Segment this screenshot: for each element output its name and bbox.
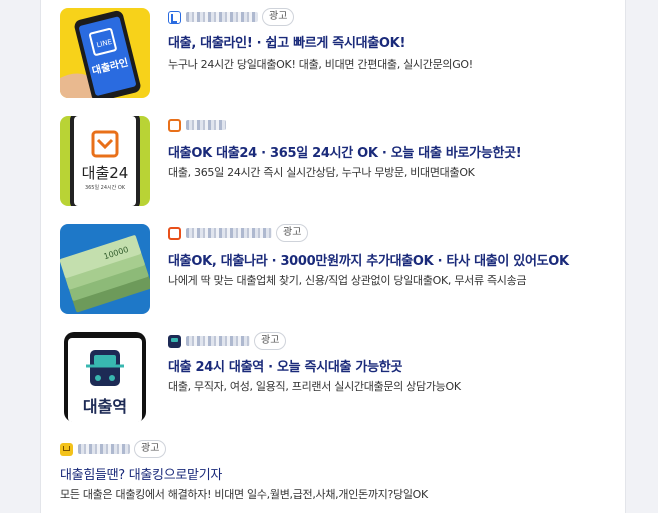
ad-item[interactable]: 대출역 광고 대출 24시 대출역 · 오늘 즉시대출 가능한곳 대출, 무직자… — [60, 332, 620, 427]
ad-badge: 광고 — [276, 224, 309, 242]
ad-source[interactable]: 광고 — [168, 8, 295, 26]
ad-item[interactable]: 광고 대출힘들땐? 대출킹으로맡기자 모든 대출은 대출킹에서 해결하자! 비대… — [60, 440, 620, 510]
ad-source[interactable] — [168, 116, 230, 134]
ad-thumbnail[interactable]: 10000 — [60, 224, 150, 314]
money-stack-image: 10000 — [60, 224, 150, 314]
ad-title[interactable]: 대출, 대출라인! · 쉽고 빠르게 즉시대출OK! — [168, 32, 405, 51]
ad-badge: 광고 — [254, 332, 287, 350]
blurred-source-name — [78, 444, 130, 454]
ad-item[interactable]: LINE 대출라인 광고 대출, 대출라인! · 쉽고 빠르게 즉시대출OK! … — [60, 8, 620, 103]
train-icon — [168, 334, 181, 348]
blurred-source-name — [186, 228, 272, 238]
ad-thumbnail[interactable]: 대출24 365일 24시간 OK — [60, 116, 150, 206]
ad-item[interactable]: 10000 광고 대출OK, 대출나라 · 3000만원까지 추가대출OK · … — [60, 224, 620, 319]
ad-source[interactable]: 광고 — [168, 224, 309, 242]
blurred-source-name — [186, 336, 250, 346]
ad-title[interactable]: 대출힘들땐? 대출킹으로맡기자 — [60, 464, 222, 483]
thumb-label: 대출역 — [83, 397, 127, 416]
ad-title[interactable]: 대출OK, 대출나라 · 3000만원까지 추가대출OK · 타사 대출이 있어… — [168, 250, 569, 269]
ad-thumbnail[interactable]: LINE 대출라인 — [60, 8, 150, 98]
loan-line-logo-icon — [168, 10, 181, 24]
phone-app-image: LINE 대출라인 — [60, 8, 150, 98]
ad-item[interactable]: 대출24 365일 24시간 OK 대출OK 대출24 · 365일 24시간 … — [60, 116, 620, 211]
loan-king-logo-icon — [60, 442, 73, 456]
blurred-source-name — [186, 12, 258, 22]
train-app-image: 대출역 — [60, 332, 150, 422]
thumb-label: 대출24 — [82, 164, 129, 182]
loan24-logo-icon — [168, 118, 181, 132]
ad-title[interactable]: 대출 24시 대출역 · 오늘 즉시대출 가능한곳 — [168, 356, 402, 375]
phone-app-image: 대출24 365일 24시간 OK — [60, 116, 150, 206]
ad-source[interactable]: 광고 — [168, 332, 287, 350]
ad-description: 모든 대출은 대출킹에서 해결하자! 비대면 일수,월변,급전,사채,개인돈까지… — [60, 488, 428, 501]
ad-source[interactable]: 광고 — [60, 440, 167, 458]
blurred-source-name — [186, 120, 226, 130]
ad-description: 대출, 무직자, 여성, 일용직, 프리랜서 실시간대출문의 상담가능OK — [168, 380, 461, 393]
search-ad-panel: LINE 대출라인 광고 대출, 대출라인! · 쉽고 빠르게 즉시대출OK! … — [40, 0, 626, 513]
ad-description: 누구나 24시간 당일대출OK! 대출, 비대면 간편대출, 실시간문의GO! — [168, 58, 473, 71]
ad-description: 나에게 딱 맞는 대출업체 찾기, 신용/직업 상관없이 당일대출OK, 무서류… — [168, 274, 527, 287]
ad-title[interactable]: 대출OK 대출24 · 365일 24시간 OK · 오늘 대출 바로가능한곳! — [168, 142, 522, 161]
ad-thumbnail[interactable]: 대출역 — [60, 332, 150, 422]
ad-description: 대출, 365일 24시간 즉시 실시간상담, 누구나 무방문, 비대면대출OK — [168, 166, 475, 179]
ad-badge: 광고 — [262, 8, 295, 26]
thumb-sublabel: 365일 24시간 OK — [85, 184, 126, 191]
loan-nara-logo-icon — [168, 226, 181, 240]
ad-badge: 광고 — [134, 440, 167, 458]
